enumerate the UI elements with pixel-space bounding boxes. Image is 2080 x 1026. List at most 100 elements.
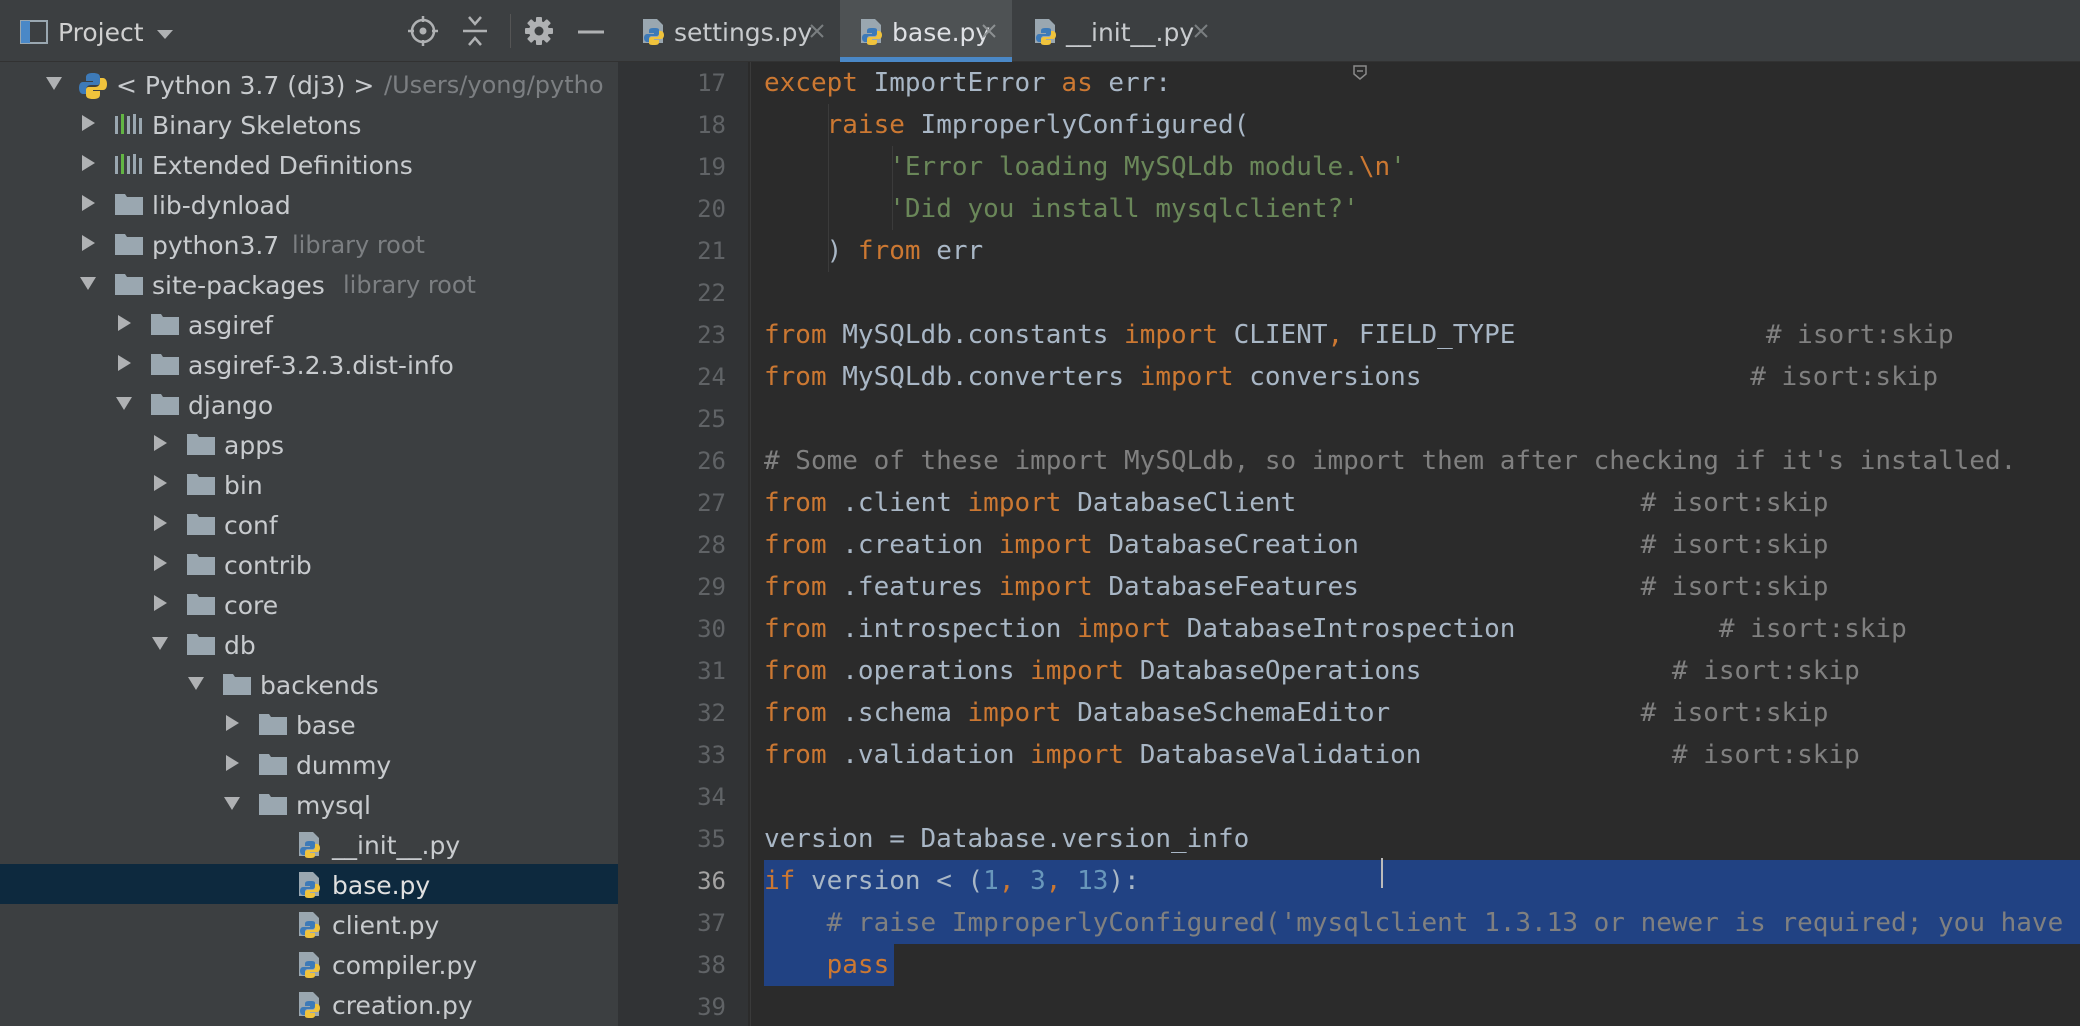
tree-item-base[interactable]: base: [0, 704, 618, 744]
close-tab-icon[interactable]: [980, 22, 998, 40]
close-tab-icon[interactable]: [1192, 22, 1210, 40]
tree-item-python-sdk[interactable]: < Python 3.7 (dj3) > /Users/yong/pytho: [0, 64, 618, 104]
code-token: # raise ImproperlyConfigured('mysqlclien…: [826, 908, 2064, 938]
tree-item-db[interactable]: db: [0, 624, 618, 664]
tree-item-label: Extended Definitions: [152, 151, 413, 180]
code-token: import: [1124, 320, 1234, 350]
code-token: ImproperlyConfigured(: [920, 110, 1250, 140]
code-token: 13: [1077, 866, 1109, 896]
tree-item-conf[interactable]: conf: [0, 504, 618, 544]
tree-item-django[interactable]: django: [0, 384, 618, 424]
collapsed-arrow-icon[interactable]: [114, 353, 134, 373]
code-token: from: [764, 488, 843, 518]
code-token: version = Database.version_info: [764, 824, 1250, 854]
collapsed-arrow-icon[interactable]: [150, 593, 170, 613]
expanded-arrow-icon[interactable]: [78, 273, 98, 293]
tree-item-contrib[interactable]: contrib: [0, 544, 618, 584]
code-line: from MySQLdb.constants import CLIENT, FI…: [764, 314, 1954, 356]
code-token: .schema: [842, 698, 968, 728]
code-line: from .creation import DatabaseCreation #…: [764, 524, 1828, 566]
code-line: ) from err: [764, 230, 984, 272]
code-token: .creation: [842, 530, 999, 560]
code-token: # isort:skip: [1671, 740, 1860, 770]
line-number-gutter[interactable]: 17 18 19 20 21 22 23 24 25 26 27 28 29 30 31 32 33 34 35 36…: [618, 62, 748, 1026]
fold-marker-icon[interactable]: [1352, 64, 1368, 80]
expanded-arrow-icon[interactable]: [222, 793, 242, 813]
collapsed-arrow-icon[interactable]: [150, 513, 170, 533]
collapsed-arrow-icon[interactable]: [78, 193, 98, 213]
chevron-down-icon[interactable]: [156, 29, 174, 41]
folder-icon: [186, 511, 216, 537]
folder-icon: [114, 191, 144, 217]
collapsed-arrow-icon[interactable]: [150, 433, 170, 453]
close-tab-icon[interactable]: [808, 22, 826, 40]
tree-item-label: backends: [260, 671, 379, 700]
folder-icon: [222, 671, 252, 697]
code-token: .features: [842, 572, 999, 602]
expanded-arrow-icon[interactable]: [44, 73, 64, 93]
code-token: ImportError: [873, 68, 1062, 98]
tree-item-apps[interactable]: apps: [0, 424, 618, 464]
tree-item-base-py[interactable]: base.py: [0, 864, 618, 904]
collapse-all-button[interactable]: [458, 14, 492, 48]
code-token: ):: [1108, 866, 1140, 896]
code-line: from MySQLdb.converters import conversio…: [764, 356, 1938, 398]
line-number: 27: [697, 489, 726, 517]
project-view-title[interactable]: Project: [58, 18, 144, 47]
tree-item-site-packages[interactable]: site-packages library root: [0, 264, 618, 304]
expanded-arrow-icon[interactable]: [114, 393, 134, 413]
tree-item-asgiref[interactable]: asgiref: [0, 304, 618, 344]
line-number: 37: [697, 909, 726, 937]
line-number: 19: [697, 153, 726, 181]
tree-item-lib-dynload[interactable]: lib-dynload: [0, 184, 618, 224]
expanded-arrow-icon[interactable]: [186, 673, 206, 693]
library-icon: [114, 151, 144, 177]
settings-button[interactable]: [522, 14, 556, 48]
tree-item-init-py[interactable]: __init__.py: [0, 824, 618, 864]
code-token: ': [1390, 152, 1406, 182]
collapsed-arrow-icon[interactable]: [150, 473, 170, 493]
code-token: import: [998, 530, 1109, 560]
tree-item-label: dummy: [296, 751, 392, 780]
tree-item-client-py[interactable]: client.py: [0, 904, 618, 944]
tree-item-extended-definitions[interactable]: Extended Definitions: [0, 144, 618, 184]
python-file-icon: [296, 991, 326, 1018]
tree-item-asgiref-dist-info[interactable]: asgiref-3.2.3.dist-info: [0, 344, 618, 384]
crosshair-icon: [408, 16, 438, 46]
tree-item-creation-py[interactable]: creation.py: [0, 984, 618, 1024]
minimize-icon: [578, 30, 604, 34]
tree-item-python37[interactable]: python3.7 library root: [0, 224, 618, 264]
tab-base-py[interactable]: base.py: [840, 0, 1012, 62]
hide-panel-button[interactable]: [574, 14, 608, 48]
collapsed-arrow-icon[interactable]: [150, 553, 170, 573]
collapsed-arrow-icon[interactable]: [222, 713, 242, 733]
tree-item-mysql[interactable]: mysql: [0, 784, 618, 824]
code-token: version < (: [810, 866, 984, 896]
locate-file-button[interactable]: [406, 14, 440, 48]
expanded-arrow-icon[interactable]: [150, 633, 170, 653]
tab-settings-py[interactable]: settings.py: [618, 0, 840, 62]
tree-item-compiler-py[interactable]: compiler.py: [0, 944, 618, 984]
tree-item-core[interactable]: core: [0, 584, 618, 624]
line-number: 23: [697, 321, 726, 349]
collapsed-arrow-icon[interactable]: [78, 233, 98, 253]
line-number: 30: [697, 615, 726, 643]
tree-item-bin[interactable]: bin: [0, 464, 618, 504]
code-token: # Some of these import MySQLdb, so impor…: [764, 446, 2017, 476]
code-token: from: [764, 320, 843, 350]
code-token: except: [764, 68, 874, 98]
collapsed-arrow-icon[interactable]: [78, 153, 98, 173]
python-file-icon: [296, 871, 326, 898]
code-line: from .introspection import DatabaseIntro…: [764, 608, 1907, 650]
tree-item-dummy[interactable]: dummy: [0, 744, 618, 784]
collapsed-arrow-icon[interactable]: [78, 113, 98, 133]
tree-item-backends[interactable]: backends: [0, 664, 618, 704]
code-line: 'Error loading MySQLdb module.\n': [764, 146, 1406, 188]
collapsed-arrow-icon[interactable]: [222, 753, 242, 773]
tree-item-label: django: [188, 391, 274, 420]
code-token: DatabaseFeatures: [1108, 572, 1641, 602]
collapsed-arrow-icon[interactable]: [114, 313, 134, 333]
tree-item-binary-skeletons[interactable]: Binary Skeletons: [0, 104, 618, 144]
tab-init-py[interactable]: __init__.py: [1012, 0, 1226, 62]
